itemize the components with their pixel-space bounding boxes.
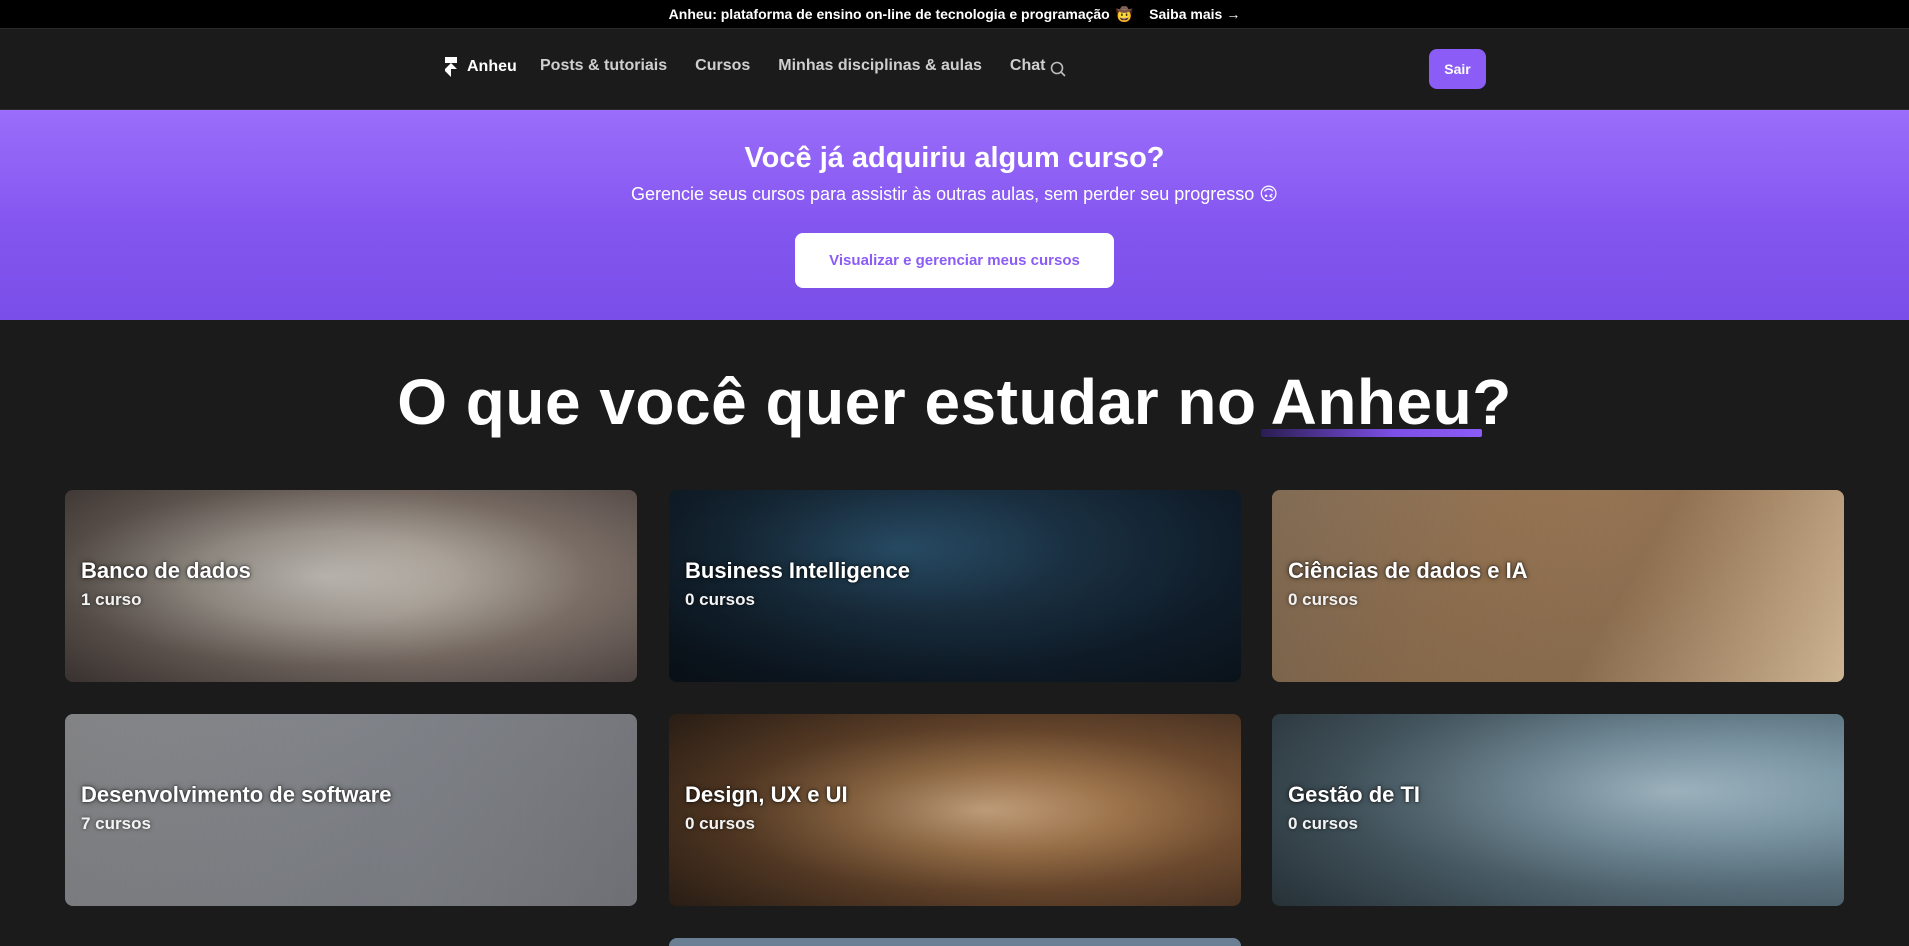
manage-courses-button[interactable]: Visualizar e gerenciar meus cursos bbox=[795, 233, 1114, 288]
category-count: 0 cursos bbox=[685, 590, 755, 609]
nav-link-posts[interactable]: Posts & tutoriais bbox=[540, 57, 667, 75]
banner-title: Você já adquiriu algum curso? bbox=[744, 142, 1165, 174]
category-card-ciencias-de-dados[interactable]: Ciências de dados e IA 0 cursos bbox=[1272, 490, 1844, 682]
brand-logo[interactable]: Anheu bbox=[443, 57, 517, 77]
category-card-gestao-de-ti[interactable]: Gestão de TI 0 cursos bbox=[1272, 714, 1844, 906]
banner-subtitle: Gerencie seus cursos para assistir às ou… bbox=[630, 184, 1279, 204]
search-button[interactable] bbox=[1048, 59, 1068, 79]
category-title: Business Intelligence bbox=[685, 558, 910, 583]
category-title: Desenvolvimento de software bbox=[81, 782, 392, 807]
owned-courses-banner: Você já adquiriu algum curso? Gerencie s… bbox=[0, 110, 1909, 320]
category-count: 7 cursos bbox=[81, 814, 151, 833]
learn-more-link[interactable]: Saiba mais → bbox=[1149, 6, 1240, 22]
cowboy-emoji-icon: 🤠 bbox=[1115, 5, 1134, 22]
category-count: 0 cursos bbox=[1288, 590, 1358, 609]
anheu-logo-icon bbox=[445, 57, 457, 77]
category-count: 1 curso bbox=[81, 590, 142, 609]
announcement-text: Anheu: plataforma de ensino on-line de t… bbox=[668, 5, 1134, 22]
page-headline: O que você quer estudar no Anheu? bbox=[0, 365, 1909, 439]
headline-brand-word: Anheu bbox=[1260, 365, 1483, 439]
category-card-desenvolvimento[interactable]: Desenvolvimento de software 7 cursos bbox=[65, 714, 637, 906]
navbar: Anheu Posts & tutoriais Cursos Minhas di… bbox=[0, 29, 1909, 110]
announcement-bar: Anheu: plataforma de ensino on-line de t… bbox=[0, 0, 1909, 29]
category-card-banco-de-dados[interactable]: Banco de dados 1 curso bbox=[65, 490, 637, 682]
headline-prefix: O que você quer estudar no bbox=[397, 366, 1257, 438]
nav-link-cursos[interactable]: Cursos bbox=[695, 57, 750, 75]
nav-link-chat[interactable]: Chat bbox=[1010, 57, 1046, 75]
logout-button[interactable]: Sair bbox=[1429, 49, 1486, 89]
category-count: 0 cursos bbox=[685, 814, 755, 833]
search-icon bbox=[1050, 61, 1066, 77]
category-count: 0 cursos bbox=[1288, 814, 1358, 833]
category-card-partial[interactable] bbox=[669, 938, 1241, 946]
arrow-right-icon: → bbox=[1226, 6, 1241, 22]
nav-link-disciplinas[interactable]: Minhas disciplinas & aulas bbox=[778, 57, 982, 75]
category-title: Gestão de TI bbox=[1288, 782, 1421, 807]
brand-name: Anheu bbox=[467, 58, 517, 75]
headline-suffix: ? bbox=[1472, 366, 1512, 438]
category-title: Banco de dados bbox=[81, 558, 251, 583]
category-card-business-intelligence[interactable]: Business Intelligence 0 cursos bbox=[669, 490, 1241, 682]
category-title: Ciências de dados e IA bbox=[1288, 558, 1528, 583]
category-card-design-ux-ui[interactable]: Design, UX e UI 0 cursos bbox=[669, 714, 1241, 906]
category-title: Design, UX e UI bbox=[685, 782, 848, 807]
nav-links: Posts & tutoriais Cursos Minhas discipli… bbox=[540, 57, 1045, 75]
